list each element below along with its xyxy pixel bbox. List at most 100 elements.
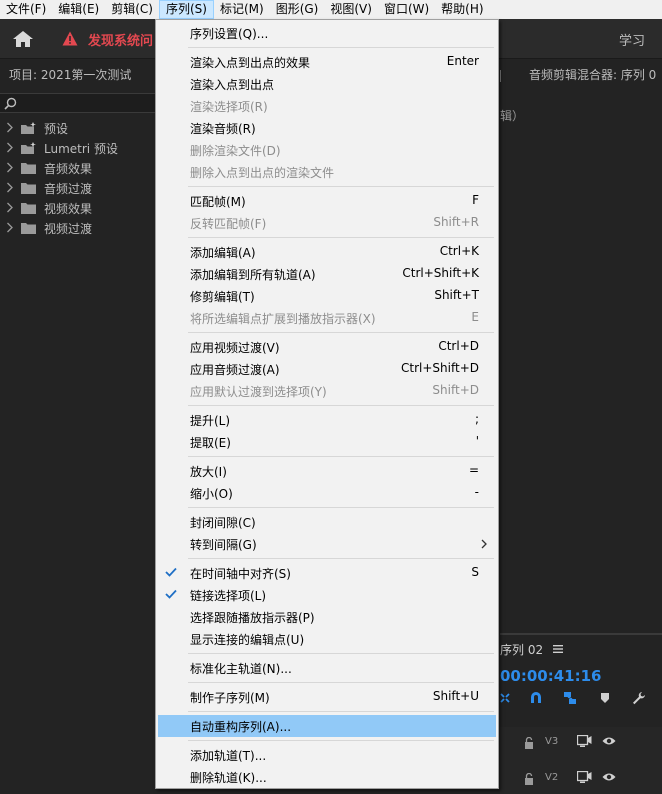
menu-item[interactable]: 渲染入点到出点的效果 Enter xyxy=(158,51,496,73)
menu-item[interactable]: 渲染入点到出点 xyxy=(158,73,496,95)
bin-item[interactable]: 音频效果 xyxy=(0,158,155,178)
menubar-item-8[interactable]: 帮助(H) xyxy=(435,0,489,19)
bin-item[interactable]: Lumetri 预设 xyxy=(0,138,155,158)
bin-item[interactable]: 音频过渡 xyxy=(0,178,155,198)
home-icon[interactable] xyxy=(12,30,34,48)
menu-separator xyxy=(188,558,494,559)
panel-menu-icon[interactable] xyxy=(553,645,563,653)
menu-item: 渲染选择项(R) xyxy=(158,95,496,117)
warning-icon[interactable] xyxy=(62,31,78,46)
menu-item-label: 链接选择项(L) xyxy=(190,589,267,603)
system-warning-text[interactable]: 发现系统问 xyxy=(88,30,153,49)
chevron-right-icon xyxy=(7,182,13,193)
bin-item-label: 音频过渡 xyxy=(44,182,93,196)
menubar-item-3[interactable]: 序列(S) xyxy=(158,0,214,19)
menu-item-shortcut: Shift+U xyxy=(432,689,479,703)
bin-item[interactable]: 视频效果 xyxy=(0,198,155,218)
menu-item-shortcut: Ctrl+Shift+D xyxy=(401,361,479,375)
chevron-right-icon xyxy=(7,142,13,153)
menu-item-label: 放大(I) xyxy=(190,465,227,479)
menu-item[interactable]: 缩小(O) - xyxy=(158,482,496,504)
menu-item-label: 匹配帧(M) xyxy=(190,195,246,209)
folder-icon xyxy=(21,203,36,214)
menu-item[interactable]: 匹配帧(M) F xyxy=(158,190,496,212)
lock-icon[interactable] xyxy=(524,737,534,749)
menu-item-label: 添加轨道(T)... xyxy=(190,749,267,763)
snap-magnet-icon[interactable] xyxy=(529,691,543,705)
menu-item[interactable]: 转到间隔(G) xyxy=(158,533,496,555)
workspace-tab-learn[interactable]: 学习 xyxy=(619,30,645,49)
menu-item-label: 在时间轴中对齐(S) xyxy=(190,567,291,581)
menu-item[interactable]: 渲染音频(R) xyxy=(158,117,496,139)
nest-tool-icon[interactable] xyxy=(498,691,512,705)
menu-item: 删除入点到出点的渲染文件 xyxy=(158,161,496,183)
preset-folder-icon xyxy=(21,142,36,154)
menu-item[interactable]: 删除轨道(K)... xyxy=(158,766,496,788)
playhead-timecode[interactable]: 00:00:41:16 xyxy=(500,667,602,685)
menu-item[interactable]: 添加编辑(A) Ctrl+K xyxy=(158,241,496,263)
eye-icon[interactable] xyxy=(602,772,616,782)
menubar-item-7[interactable]: 窗口(W) xyxy=(378,0,435,19)
menu-item[interactable]: 制作子序列(M) Shift+U xyxy=(158,686,496,708)
menu-separator xyxy=(188,405,494,406)
eye-icon[interactable] xyxy=(602,736,616,746)
video-output-icon[interactable] xyxy=(577,735,592,747)
menubar-item-6[interactable]: 视图(V) xyxy=(324,0,378,19)
project-search-input[interactable] xyxy=(0,93,155,113)
menu-item-label: 序列设置(Q)... xyxy=(190,27,269,41)
menubar-item-4[interactable]: 标记(M) xyxy=(214,0,270,19)
menu-item[interactable]: 应用音频过渡(A) Ctrl+Shift+D xyxy=(158,358,496,380)
lock-icon[interactable] xyxy=(524,773,534,785)
menu-item-shortcut: E xyxy=(471,310,479,324)
menu-item[interactable]: 封闭间隙(C) xyxy=(158,511,496,533)
track-header[interactable]: V3 xyxy=(500,727,662,763)
menu-item[interactable]: 添加编辑到所有轨道(A) Ctrl+Shift+K xyxy=(158,263,496,285)
menu-item-label: 应用音频过渡(A) xyxy=(190,363,280,377)
menu-item: 应用默认过渡到选择项(Y) Shift+D xyxy=(158,380,496,402)
bin-item-label: 音频效果 xyxy=(44,162,93,176)
menu-item[interactable]: 放大(I) = xyxy=(158,460,496,482)
wrench-icon[interactable] xyxy=(632,691,646,705)
project-panel-title[interactable]: 项目: 2021第一次测试 xyxy=(9,66,131,83)
menu-item-shortcut: Ctrl+Shift+K xyxy=(402,266,479,280)
chevron-right-icon xyxy=(7,222,13,233)
bin-item[interactable]: 预设 xyxy=(0,118,155,138)
video-output-icon[interactable] xyxy=(577,771,592,783)
timeline-sequence-tab[interactable]: 序列 02 xyxy=(500,641,543,658)
panel-tab-divider xyxy=(500,70,501,82)
menu-item-label: 选择跟随播放指示器(P) xyxy=(190,611,315,625)
menu-item[interactable]: 在时间轴中对齐(S) S xyxy=(158,562,496,584)
menu-item[interactable]: 提取(E) ' xyxy=(158,431,496,453)
checkmark-icon xyxy=(165,589,177,599)
menu-item[interactable]: 提升(L); xyxy=(158,409,496,431)
menubar-item-5[interactable]: 图形(G) xyxy=(270,0,325,19)
panel-divider[interactable] xyxy=(500,633,662,635)
bin-item-label: 视频效果 xyxy=(44,202,93,216)
menu-item-label: 渲染入点到出点 xyxy=(190,78,275,92)
track-header[interactable]: V2 xyxy=(500,763,662,794)
menu-item[interactable]: 序列设置(Q)... xyxy=(158,22,496,44)
menu-item[interactable]: 添加轨道(T)... xyxy=(158,744,496,766)
menu-item[interactable]: 自动重构序列(A)... xyxy=(158,715,496,737)
menu-item-shortcut: ; xyxy=(474,412,479,426)
menu-item[interactable]: 显示连接的编辑点(U) xyxy=(158,628,496,650)
menu-item[interactable]: 链接选择项(L) xyxy=(158,584,496,606)
chevron-right-icon xyxy=(7,162,13,173)
bin-item-label: 视频过渡 xyxy=(44,222,93,236)
menu-separator xyxy=(188,332,494,333)
bin-item[interactable]: 视频过渡 xyxy=(0,218,155,238)
menu-item[interactable]: 标准化主轨道(N)... xyxy=(158,657,496,679)
menubar-item-1[interactable]: 编辑(E) xyxy=(52,0,105,19)
menu-item-label: 自动重构序列(A)... xyxy=(190,720,292,734)
linked-selection-icon[interactable] xyxy=(563,691,577,705)
menu-item[interactable]: 选择跟随播放指示器(P) xyxy=(158,606,496,628)
menu-item-label: 删除渲染文件(D) xyxy=(190,144,281,158)
menu-item[interactable]: 应用视频过渡(V) Ctrl+D xyxy=(158,336,496,358)
menu-item: 反转匹配帧(F) Shift+R xyxy=(158,212,496,234)
menu-item[interactable]: 修剪编辑(T) Shift+T xyxy=(158,285,496,307)
add-marker-icon[interactable] xyxy=(598,691,612,705)
menubar-item-2[interactable]: 剪辑(C) xyxy=(105,0,159,19)
menubar-item-0[interactable]: 文件(F) xyxy=(0,0,52,19)
menu-item-label: 显示连接的编辑点(U) xyxy=(190,633,305,647)
audio-clip-mixer-tab[interactable]: 音频剪辑混合器: 序列 0 xyxy=(529,66,656,83)
